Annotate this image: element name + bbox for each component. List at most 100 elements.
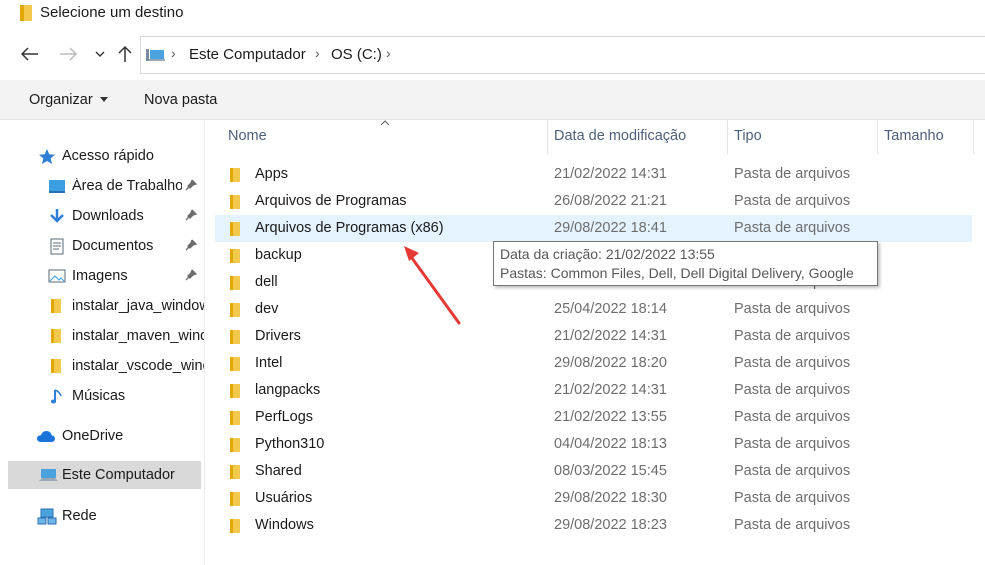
file-type: Pasta de arquivos [734, 409, 851, 425]
file-type: Pasta de arquivos [734, 328, 851, 344]
file-name: dev [255, 301, 279, 317]
pin-icon[interactable] [185, 209, 197, 221]
file-type: Pasta de arquivos [734, 355, 851, 371]
folder-icon [230, 411, 240, 425]
file-name: Python310 [255, 436, 325, 452]
file-date: 21/02/2022 14:31 [554, 328, 667, 344]
folder-tooltip: Data da criação: 21/02/2022 13:55 Pastas… [493, 241, 878, 286]
column-header-name[interactable]: Nome [205, 120, 547, 154]
star-icon [39, 149, 55, 164]
nav-item-instalar-maven[interactable]: instalar_maven_windows [8, 322, 204, 350]
folder-icon [230, 357, 240, 371]
nav-item-desktop[interactable]: Área de Trabalho [8, 172, 201, 200]
command-toolbar: Organizar Nova pasta [0, 80, 985, 120]
folder-icon [20, 5, 32, 21]
breadcrumb-separator-icon[interactable]: › [315, 45, 320, 61]
music-icon [50, 389, 62, 404]
file-type: Pasta de arquivos [734, 166, 851, 182]
network-icon [37, 508, 57, 525]
file-row[interactable]: PerfLogs 21/02/2022 13:55 Pasta de arqui… [215, 404, 972, 431]
image-icon [48, 269, 66, 283]
tooltip-created-date: Data da criação: 21/02/2022 13:55 [500, 246, 715, 262]
file-type: Pasta de arquivos [734, 193, 851, 209]
nav-quick-access[interactable]: Acesso rápido [8, 142, 201, 170]
nav-item-music[interactable]: Músicas [8, 382, 201, 410]
file-name: dell [255, 274, 278, 290]
nav-onedrive[interactable]: OneDrive [8, 422, 201, 450]
folder-icon [230, 438, 240, 452]
pin-icon[interactable] [185, 179, 197, 191]
nav-label: Músicas [72, 388, 126, 404]
folder-icon [230, 249, 240, 263]
cloud-icon [37, 431, 55, 442]
nav-item-instalar-vscode[interactable]: instalar_vscode_windows [8, 352, 204, 380]
file-date: 29/08/2022 18:41 [554, 220, 667, 236]
arrow-left-icon [21, 47, 38, 61]
folder-icon [230, 465, 240, 479]
file-type: Pasta de arquivos [734, 382, 851, 398]
breadcrumb-este-computador[interactable]: Este Computador [189, 46, 306, 63]
file-date: 29/08/2022 18:20 [554, 355, 667, 371]
recent-locations-button[interactable] [88, 42, 112, 66]
breadcrumb-os-c[interactable]: OS (C:) [331, 46, 382, 63]
up-button[interactable] [113, 42, 137, 66]
organize-button[interactable]: Organizar [29, 92, 93, 108]
document-icon [50, 238, 64, 255]
file-date: 29/08/2022 18:30 [554, 490, 667, 506]
column-header-type[interactable]: Tipo [728, 120, 877, 154]
nav-network[interactable]: Rede [8, 502, 201, 530]
folder-icon [51, 299, 61, 313]
breadcrumb-separator-icon[interactable]: › [386, 45, 391, 61]
file-row[interactable]: Shared 08/03/2022 15:45 Pasta de arquivo… [215, 458, 972, 485]
file-row[interactable]: Python310 04/04/2022 18:13 Pasta de arqu… [215, 431, 972, 458]
file-row[interactable]: Windows 29/08/2022 18:23 Pasta de arquiv… [215, 512, 972, 539]
file-date: 04/04/2022 18:13 [554, 436, 667, 452]
file-row[interactable]: Usuários 29/08/2022 18:30 Pasta de arqui… [215, 485, 972, 512]
forward-button[interactable] [56, 42, 80, 66]
file-row[interactable]: Intel 29/08/2022 18:20 Pasta de arquivos [215, 350, 972, 377]
folder-icon [230, 222, 240, 236]
nav-label: instalar_vscode_windows [72, 358, 204, 374]
breadcrumb-separator-icon: › [171, 45, 176, 61]
file-row[interactable]: Arquivos de Programas 26/08/2022 21:21 P… [215, 188, 972, 215]
nav-label: Acesso rápido [62, 148, 154, 164]
nav-this-pc[interactable]: Este Computador [8, 461, 201, 489]
file-date: 21/02/2022 13:55 [554, 409, 667, 425]
file-list: Nome Data de modificação Tipo Tamanho Ap… [205, 120, 985, 565]
file-row[interactable]: Drivers 21/02/2022 14:31 Pasta de arquiv… [215, 323, 972, 350]
nav-item-documents[interactable]: Documentos [8, 232, 201, 260]
file-date: 25/04/2022 18:14 [554, 301, 667, 317]
file-name: Intel [255, 355, 283, 371]
pin-icon[interactable] [185, 269, 197, 281]
file-name: PerfLogs [255, 409, 314, 425]
column-header-size[interactable]: Tamanho [878, 120, 973, 154]
folder-icon [230, 519, 240, 533]
nav-label: Área de Trabalho [72, 178, 182, 194]
pin-icon[interactable] [185, 239, 197, 251]
file-name: Arquivos de Programas [255, 193, 407, 209]
nav-item-images[interactable]: Imagens [8, 262, 201, 290]
nav-label: Downloads [72, 208, 144, 224]
file-row-hovered[interactable]: Arquivos de Programas (x86) 29/08/2022 1… [215, 215, 972, 242]
address-bar[interactable]: › Este Computador › OS (C:) › [140, 36, 985, 74]
file-name: Usuários [255, 490, 313, 506]
file-date: 29/08/2022 18:23 [554, 517, 667, 533]
file-row[interactable]: Apps 21/02/2022 14:31 Pasta de arquivos [215, 161, 972, 188]
new-folder-button[interactable]: Nova pasta [144, 92, 217, 108]
file-type: Pasta de arquivos [734, 301, 851, 317]
folder-icon [230, 168, 240, 182]
file-type: Pasta de arquivos [734, 463, 851, 479]
nav-item-downloads[interactable]: Downloads [8, 202, 201, 230]
back-button[interactable] [18, 42, 42, 66]
file-name: backup [255, 247, 302, 263]
folder-icon [51, 329, 61, 343]
file-row[interactable]: langpacks 21/02/2022 14:31 Pasta de arqu… [215, 377, 972, 404]
nav-item-instalar-java[interactable]: instalar_java_windows [8, 292, 204, 320]
download-icon [50, 209, 64, 223]
column-divider[interactable] [973, 120, 974, 154]
nav-label: Rede [62, 508, 97, 524]
file-row[interactable]: dev 25/04/2022 18:14 Pasta de arquivos [215, 296, 972, 323]
column-header-modified[interactable]: Data de modificação [548, 120, 727, 154]
file-type: Pasta de arquivos [734, 490, 851, 506]
folder-icon [230, 492, 240, 506]
